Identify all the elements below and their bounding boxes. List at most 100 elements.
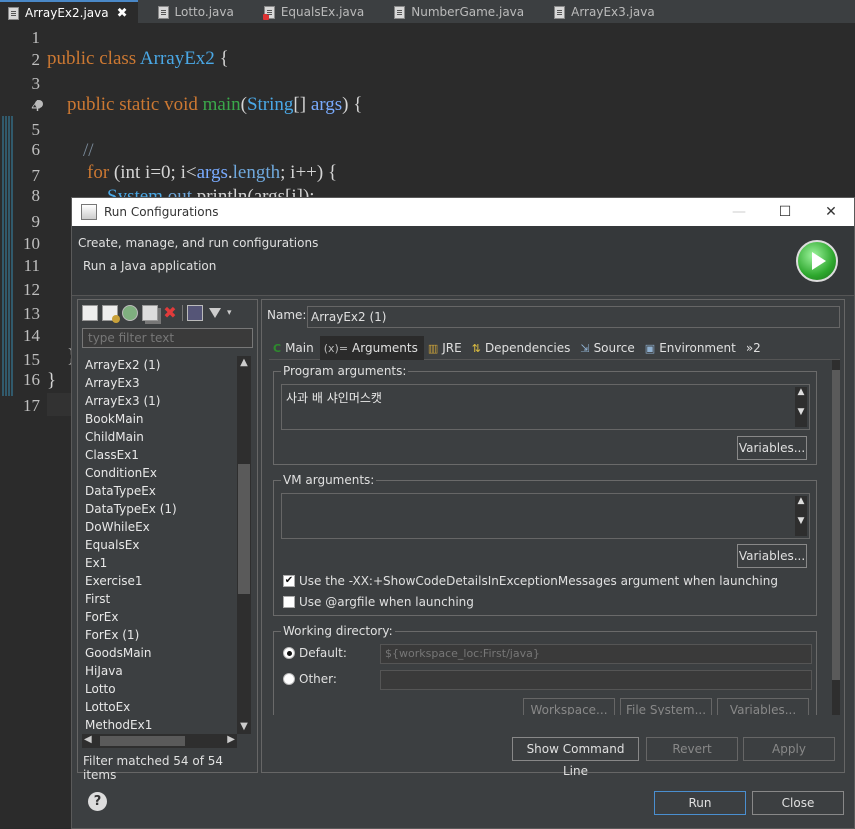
program-arguments-input[interactable]: 사과 배 샤인머스캣 ▲ ▼ xyxy=(281,384,810,430)
collapse-all-icon[interactable] xyxy=(187,305,203,321)
code-token: length xyxy=(232,162,281,183)
duplicate-config-icon[interactable] xyxy=(142,305,158,321)
other-radio[interactable]: Other: xyxy=(283,672,337,686)
line-number: 1 xyxy=(31,28,41,47)
default-radio[interactable]: Default: xyxy=(283,646,347,660)
config-list-item[interactable]: DataTypeEx xyxy=(82,482,237,500)
config-vertical-scrollbar[interactable]: ▲ ▼ xyxy=(237,356,251,734)
maximize-button[interactable]: ☐ xyxy=(762,204,808,220)
config-list-item[interactable]: GoodsMain xyxy=(82,644,237,662)
other-dir-field[interactable] xyxy=(380,670,812,690)
variables-button[interactable]: Variables... xyxy=(717,698,809,715)
config-list-item[interactable]: Lotto xyxy=(82,680,237,698)
scroll-thumb[interactable] xyxy=(832,370,840,680)
variables-button[interactable]: Variables... xyxy=(737,436,807,460)
config-list-item[interactable]: ForEx xyxy=(82,608,237,626)
run-button[interactable]: Run xyxy=(654,791,746,815)
change-ruler xyxy=(2,116,14,396)
source-icon: ⇲ xyxy=(580,341,590,355)
config-list-item[interactable]: DataTypeEx (1) xyxy=(82,500,237,518)
delete-config-icon[interactable]: ✖ xyxy=(162,305,178,321)
panel-vertical-scrollbar[interactable] xyxy=(832,360,840,715)
minimize-button[interactable]: — xyxy=(716,204,762,220)
radio-label: Default: xyxy=(299,646,347,660)
close-icon[interactable]: ✖ xyxy=(117,6,128,21)
tab-main[interactable]: C Main xyxy=(269,336,320,360)
filter-input[interactable]: type filter text xyxy=(82,328,253,348)
argfile-checkbox[interactable]: Use @argfile when launching xyxy=(283,595,474,609)
editor-tab-arrayex3[interactable]: ArrayEx3.java xyxy=(546,0,665,24)
scroll-right-icon[interactable]: ▶ xyxy=(227,734,235,745)
file-system-button[interactable]: File System... xyxy=(620,698,712,715)
new-config-icon[interactable] xyxy=(82,305,98,321)
textarea-scrollbar[interactable]: ▲ ▼ xyxy=(795,496,807,536)
line-number: 17 xyxy=(23,396,40,415)
code-token: args xyxy=(310,94,343,115)
config-list-item[interactable]: ArrayEx3 xyxy=(82,374,237,392)
help-icon[interactable]: ? xyxy=(88,792,107,811)
filter-status: Filter matched 54 of 54 items xyxy=(83,754,224,782)
java-file-error-icon xyxy=(262,5,275,20)
tab-jre[interactable]: ▥ JRE xyxy=(424,336,468,360)
config-list-item[interactable]: First xyxy=(82,590,237,608)
revert-button[interactable]: Revert xyxy=(646,737,738,761)
config-list-item[interactable]: MethodEx1 xyxy=(82,716,237,734)
editor-tab-numbergame[interactable]: NumberGame.java xyxy=(386,0,534,24)
config-list-item[interactable]: ConditionEx xyxy=(82,464,237,482)
scroll-left-icon[interactable]: ◀ xyxy=(84,734,92,745)
line-number: 11 xyxy=(23,256,40,275)
tab-overflow[interactable]: »2 xyxy=(742,336,767,360)
config-list-item[interactable]: ClassEx1 xyxy=(82,446,237,464)
scroll-up-icon[interactable]: ▲ xyxy=(237,356,251,370)
filter-icon[interactable] xyxy=(209,308,221,318)
dialog-title-bar[interactable]: Run Configurations — ☐ ✕ xyxy=(72,198,854,226)
config-list-item[interactable]: Exercise1 xyxy=(82,572,237,590)
config-list-item[interactable]: DoWhileEx xyxy=(82,518,237,536)
config-list-item[interactable]: BookMain xyxy=(82,410,237,428)
config-list-item[interactable]: ArrayEx3 (1) xyxy=(82,392,237,410)
close-button[interactable]: Close xyxy=(752,791,844,815)
vm-arguments-group: VM arguments: ▲ ▼ Variables... ✔ Use the -… xyxy=(273,473,817,616)
name-label: Name: xyxy=(267,308,307,322)
code-token: String xyxy=(246,94,294,115)
scroll-thumb[interactable] xyxy=(100,736,185,746)
config-list-item[interactable]: HiJava xyxy=(82,662,237,680)
config-tree[interactable]: ArrayEx2 (1) ArrayEx3 ArrayEx3 (1) BookMain… xyxy=(82,356,237,734)
code-line: // xyxy=(83,140,94,161)
tab-label: Main xyxy=(285,341,314,355)
config-list-item[interactable]: EqualsEx xyxy=(82,536,237,554)
editor-tab-arrayex2[interactable]: ArrayEx2.java ✖ xyxy=(0,0,138,24)
tab-environment[interactable]: ▣ Environment xyxy=(641,336,742,360)
config-list-item[interactable]: Ex1 xyxy=(82,554,237,572)
tab-arguments[interactable]: (x)= Arguments xyxy=(319,336,424,360)
dependencies-icon: ⇅ xyxy=(471,341,481,355)
tab-dependencies[interactable]: ⇅ Dependencies xyxy=(468,336,577,360)
vm-arguments-input[interactable]: ▲ ▼ xyxy=(281,493,810,539)
name-input[interactable]: ArrayEx2 (1) xyxy=(307,306,840,328)
editor-tab-equalsex[interactable]: EqualsEx.java xyxy=(256,0,374,24)
fold-marker-icon[interactable] xyxy=(35,100,43,108)
editor-tab-lotto[interactable]: Lotto.java xyxy=(150,0,244,24)
config-list-item[interactable]: LottoEx xyxy=(82,698,237,716)
variables-button[interactable]: Variables... xyxy=(737,544,807,568)
tab-source[interactable]: ⇲ Source xyxy=(576,336,640,360)
apply-button[interactable]: Apply xyxy=(743,737,835,761)
config-list-item[interactable]: ArrayEx2 (1) xyxy=(82,356,237,374)
show-command-line-button[interactable]: Show Command Line xyxy=(512,737,639,778)
scroll-thumb[interactable] xyxy=(238,464,250,594)
filter-menu-chevron-icon[interactable]: ▾ xyxy=(227,308,232,318)
export-config-icon[interactable] xyxy=(122,305,138,321)
close-window-button[interactable]: ✕ xyxy=(808,204,854,220)
workspace-button[interactable]: Workspace... xyxy=(523,698,615,715)
showcode-checkbox[interactable]: ✔ Use the -XX:+ShowCodeDetailsInException… xyxy=(283,574,778,588)
code-line: public static void main(String[] args) { xyxy=(67,94,362,116)
arguments-icon: (x)= xyxy=(323,341,349,355)
config-list-item[interactable]: ChildMain xyxy=(82,428,237,446)
new-prototype-icon[interactable] xyxy=(102,305,120,323)
scroll-down-icon[interactable]: ▼ xyxy=(237,720,251,734)
config-horizontal-scrollbar[interactable]: ◀ ▶ xyxy=(82,734,237,748)
config-list-item[interactable]: ForEx (1) xyxy=(82,626,237,644)
textarea-scrollbar[interactable]: ▲ ▼ xyxy=(795,387,807,427)
line-number: 14 xyxy=(23,326,40,345)
tab-label: Arguments xyxy=(352,341,418,355)
